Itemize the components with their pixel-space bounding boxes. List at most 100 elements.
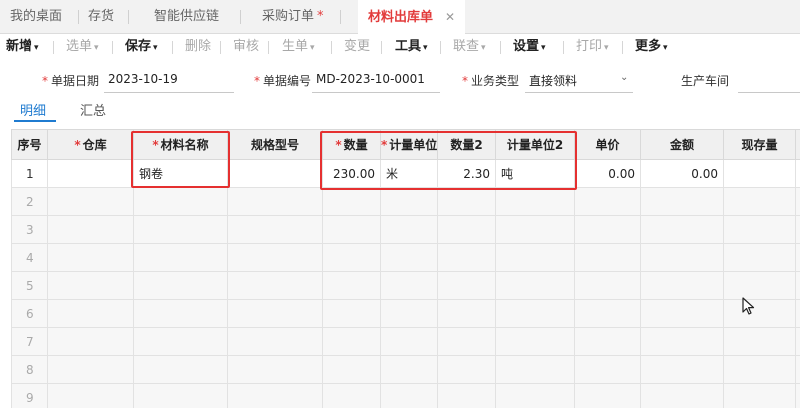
table-row[interactable]: 5 [11,271,800,300]
select-source-button[interactable]: 选单 ▾ [66,34,99,60]
approve-button[interactable]: 审核 [233,34,259,60]
date-field-underline [104,92,234,93]
table-row[interactable]: 2 [11,187,800,216]
tab-label: 智能供应链 [154,9,220,24]
more-button[interactable]: 更多 ▾ [635,34,668,60]
close-icon[interactable]: ✕ [445,10,455,24]
qty2-cell[interactable]: 2.30 [437,159,496,188]
date-label: * 单据日期 [42,74,100,88]
change-button[interactable]: 变更 [344,34,370,60]
settings-button[interactable]: 设置 ▾ [513,34,546,60]
amount-cell[interactable]: 0.00 [640,159,724,188]
col-header-warehouse[interactable]: * 仓库 [47,129,134,160]
tab-label: 存货 [88,9,115,24]
tab-label: 材料出库单 [368,10,434,25]
table-row[interactable]: 8 [11,355,800,384]
material-cell[interactable]: 钢卷 [133,159,228,188]
tab-divider [340,10,341,24]
toolbar: 新增 ▾ 选单 ▾ 保存 ▾ 删除 审核 生单 ▾ 变更 工具 ▾ 联查 ▾ 设置 ▾ 打印 ▾… [0,34,800,60]
workshop-field[interactable] [738,92,800,93]
chevron-down-icon: ▾ [663,43,668,53]
mouse-cursor-icon [742,297,755,315]
toolbar-divider [563,41,564,54]
workshop-label: 生产车间 [681,74,730,88]
chevron-down-icon: ▾ [34,43,39,53]
detail-tabs: 明细 汇总 [0,98,800,124]
generate-button[interactable]: 生单 ▾ [282,34,315,60]
toolbar-divider [500,41,501,54]
extra-cell [795,159,800,188]
col-header-unit2[interactable]: 计量单位2 [495,129,575,160]
table-row[interactable]: 1 钢卷 230.00 米 2.30 吨 0.00 0.00 [11,159,800,188]
tab-material-outbound[interactable]: 材料出库单 ✕ [358,0,466,35]
col-header-qty2[interactable]: 数量2 [437,129,496,160]
date-field[interactable]: 2023-10-19 [108,72,178,86]
required-mark: * [74,138,81,152]
number-field-underline [312,92,440,93]
delete-button[interactable]: 删除 [185,34,211,60]
toolbar-divider [112,41,113,54]
tab-my-desktop[interactable]: 我的桌面 [10,0,62,34]
toolbar-divider [440,41,441,54]
warehouse-cell[interactable] [47,159,134,188]
tab-label: 我的桌面 [10,9,63,24]
print-button[interactable]: 打印 ▾ [576,34,609,60]
toolbar-divider [381,41,382,54]
new-button[interactable]: 新增 ▾ [6,34,39,60]
biztype-label: * 业务类型 [462,74,520,88]
chevron-down-icon[interactable]: ⌄ [620,72,628,83]
unit-cell[interactable]: 米 [380,159,438,188]
toolbar-divider [172,41,173,54]
table-row[interactable]: 6 [11,299,800,328]
biztype-select-underline [525,92,633,93]
row-index-cell: 4 [11,243,48,272]
col-header-qty[interactable]: * 数量 [322,129,381,160]
table-row[interactable]: 4 [11,243,800,272]
required-mark: * [335,138,342,152]
row-index-cell: 3 [11,215,48,244]
tab-divider [78,10,79,24]
col-header-amount[interactable]: 金额 [640,129,724,160]
grid-header-row: 序号 * 仓库 * 材料名称 规格型号 * 数量 * 计量单位 数量2 计量单位2 单价… [11,129,800,160]
row-index-cell: 9 [11,383,48,408]
tab-purchase-order[interactable]: 采购订单 * [262,0,324,34]
col-header-spec[interactable]: 规格型号 [227,129,323,160]
col-header-stock[interactable]: 现存量 [723,129,796,160]
unit2-cell[interactable]: 吨 [495,159,575,188]
col-header-price[interactable]: 单价 [574,129,641,160]
tab-inventory[interactable]: 存货 [88,0,114,34]
spec-cell[interactable] [227,159,323,188]
tools-button[interactable]: 工具 ▾ [395,34,428,60]
chevron-down-icon: ▾ [153,43,158,53]
table-row[interactable]: 7 [11,327,800,356]
row-index-cell: 6 [11,299,48,328]
required-mark: * [462,74,468,88]
row-index-cell: 7 [11,327,48,356]
col-header-unit[interactable]: * 计量单位 [380,129,438,160]
row-index-cell: 8 [11,355,48,384]
save-button[interactable]: 保存 ▾ [125,34,158,60]
required-mark: * [152,138,159,152]
tab-summary[interactable]: 汇总 [80,100,106,119]
stock-cell[interactable] [723,159,796,188]
query-button[interactable]: 联查 ▾ [453,34,486,60]
toolbar-divider [268,41,269,54]
tab-label: 采购订单 [262,9,315,24]
table-row[interactable]: 3 [11,215,800,244]
biztype-select[interactable]: 直接领料 [529,72,577,89]
toolbar-divider [220,41,221,54]
col-header-index[interactable]: 序号 [11,129,48,160]
col-header-material[interactable]: * 材料名称 [133,129,228,160]
chevron-down-icon: ▾ [423,43,428,53]
col-header-extra [795,129,800,160]
row-index-cell: 1 [11,159,48,188]
price-cell[interactable]: 0.00 [574,159,641,188]
tab-detail[interactable]: 明细 [20,100,46,119]
tab-smart-supply-chain[interactable]: 智能供应链 [154,0,219,34]
number-label: * 单据编号 [254,74,312,88]
qty-cell[interactable]: 230.00 [322,159,381,188]
number-field[interactable]: MD-2023-10-0001 [316,72,425,86]
tab-divider [240,10,241,24]
table-row[interactable]: 9 [11,383,800,408]
row-index-cell: 5 [11,271,48,300]
